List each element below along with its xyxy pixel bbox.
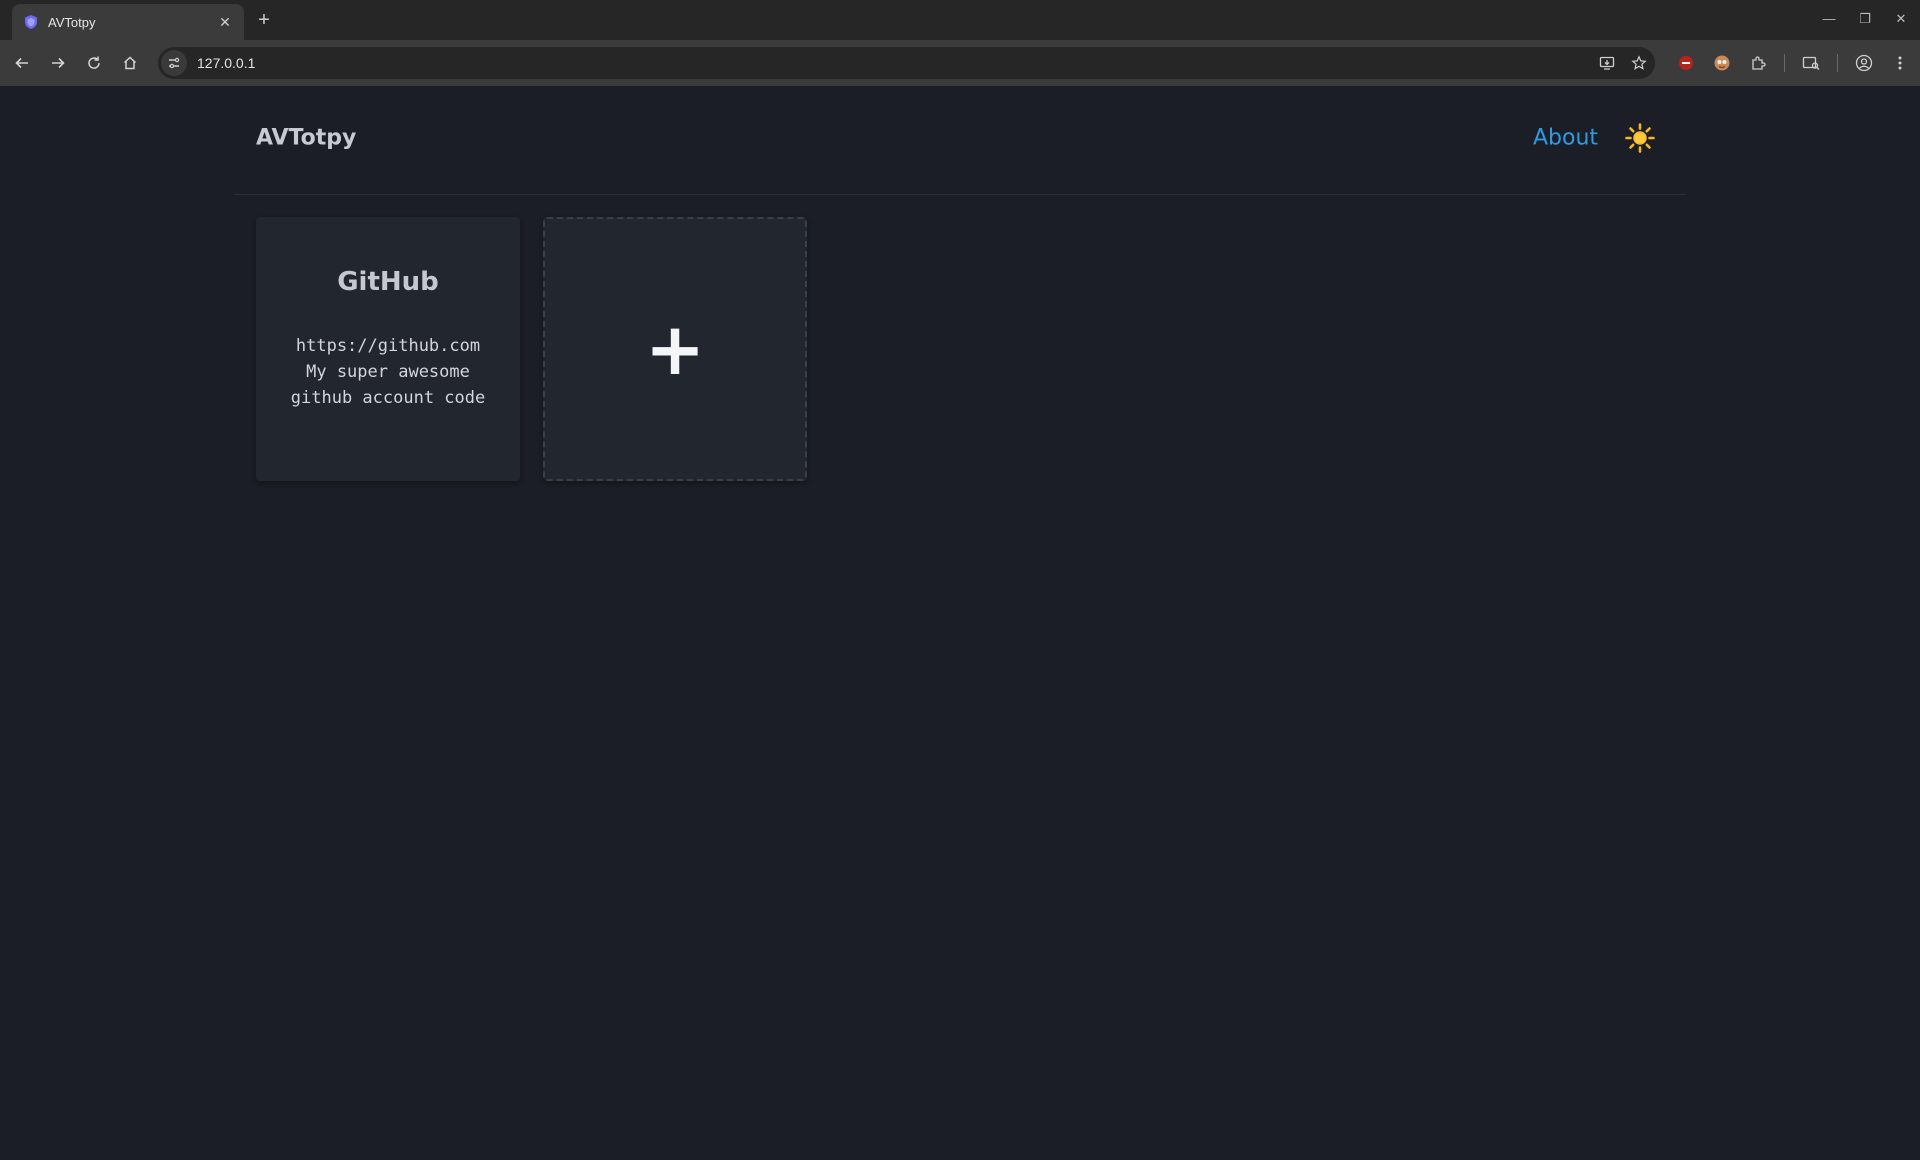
shield-favicon-icon xyxy=(22,13,40,31)
home-icon[interactable] xyxy=(114,47,146,79)
window-close-icon[interactable]: ✕ xyxy=(1890,6,1912,32)
extension-avatar-icon[interactable] xyxy=(1704,47,1740,79)
extension-toolbar xyxy=(1668,47,1918,79)
install-app-icon[interactable] xyxy=(1591,47,1623,79)
profile-icon[interactable] xyxy=(1846,47,1882,79)
new-tab-button[interactable]: + xyxy=(252,8,276,32)
bookmark-star-icon[interactable] xyxy=(1623,47,1655,79)
menu-kebab-icon[interactable] xyxy=(1882,47,1918,79)
browser-toolbar: 127.0.0.1 xyxy=(0,40,1920,86)
about-link[interactable]: About xyxy=(1533,126,1598,151)
browser-tabstrip: AVTotpy ✕ + — ❐ ✕ xyxy=(0,0,1920,40)
sun-icon xyxy=(1625,123,1655,153)
tab-close-icon[interactable]: ✕ xyxy=(216,14,234,31)
ad-blocker-icon[interactable] xyxy=(1668,47,1704,79)
extensions-puzzle-icon[interactable] xyxy=(1740,47,1776,79)
restore-icon[interactable]: ❐ xyxy=(1854,6,1876,32)
card-description-line: My super awesome xyxy=(306,362,470,382)
site-header: AVTotpy About xyxy=(234,86,1686,195)
forward-arrow-icon[interactable] xyxy=(42,47,74,79)
browser-tab[interactable]: AVTotpy ✕ xyxy=(12,4,244,40)
toolbar-divider xyxy=(1837,54,1838,72)
reading-mode-icon[interactable] xyxy=(1793,47,1829,79)
page-content: AVTotpy About GitHub https://github.com … xyxy=(0,86,1920,1160)
account-card[interactable]: GitHub https://github.com My super aweso… xyxy=(256,217,520,481)
window-controls: — ❐ ✕ xyxy=(1818,6,1912,32)
url-text[interactable]: 127.0.0.1 xyxy=(197,55,1591,71)
card-url: https://github.com xyxy=(295,336,481,356)
card-details: https://github.com My super awesome gith… xyxy=(270,333,506,411)
reload-icon[interactable] xyxy=(78,47,110,79)
tab-title: AVTotpy xyxy=(48,14,96,30)
card-title: GitHub xyxy=(337,267,439,297)
toolbar-divider xyxy=(1784,54,1785,72)
address-bar[interactable]: 127.0.0.1 xyxy=(158,47,1655,79)
plus-icon: + xyxy=(644,307,706,391)
site-info-icon[interactable] xyxy=(161,50,187,76)
minimize-icon[interactable]: — xyxy=(1818,6,1840,32)
back-arrow-icon[interactable] xyxy=(6,47,38,79)
theme-toggle-button[interactable] xyxy=(1624,122,1656,154)
add-account-card[interactable]: + xyxy=(543,217,807,481)
card-description-line: github account code xyxy=(290,388,486,408)
brand-title[interactable]: AVTotpy xyxy=(256,126,356,151)
